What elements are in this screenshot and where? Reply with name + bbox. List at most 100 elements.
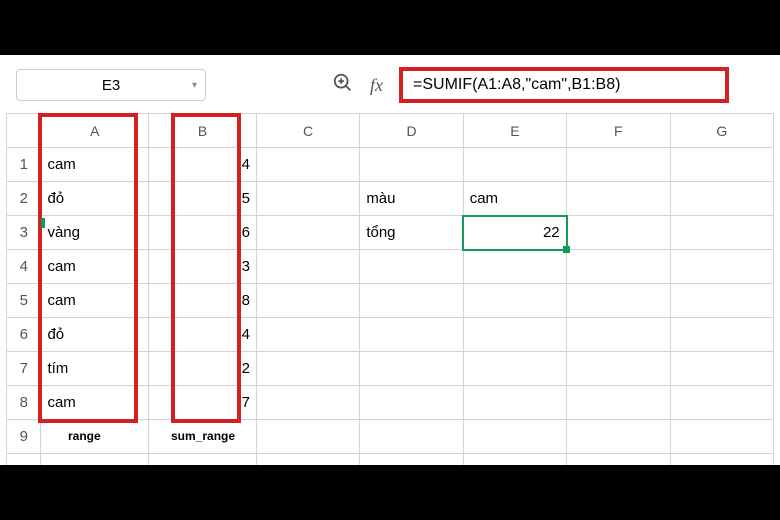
formula-bar-row: E3 ▾ fx =SUMIF(A1:A8,"cam",B1:B8) [6,63,774,113]
cell-B6[interactable]: 4 [149,318,257,352]
corner-cell[interactable] [7,114,41,148]
row-9: 9 [7,420,774,454]
cell-E9[interactable] [463,420,566,454]
dropdown-icon[interactable]: ▾ [192,80,197,91]
cell-A6[interactable]: đỏ [41,318,149,352]
formula-bar-input[interactable]: =SUMIF(A1:A8,"cam",B1:B8) [399,67,729,103]
cell-E4[interactable] [463,250,566,284]
cell-C4[interactable] [256,250,359,284]
name-box-value: E3 [17,77,205,94]
row-header-9[interactable]: 9 [7,420,41,454]
row-header-8[interactable]: 8 [7,386,41,420]
row-header-3[interactable]: 3 [7,216,41,250]
cell-E5[interactable] [463,284,566,318]
cell-D8[interactable] [360,386,463,420]
label-sumrange: sum_range [171,429,235,443]
row-header-7[interactable]: 7 [7,352,41,386]
col-header-D[interactable]: D [360,114,463,148]
cell-B8[interactable]: 7 [149,386,257,420]
content-area: E3 ▾ fx =SUMIF(A1:A8,"cam",B1:B8) A B C … [0,55,780,488]
cell-D3[interactable]: tổng [360,216,463,250]
col-header-C[interactable]: C [256,114,359,148]
row-7: 7 tím 2 [7,352,774,386]
cell-F4[interactable] [567,250,670,284]
cell-G7[interactable] [670,352,773,386]
cell-D4[interactable] [360,250,463,284]
col-header-G[interactable]: G [670,114,773,148]
cell-G8[interactable] [670,386,773,420]
cell-D5[interactable] [360,284,463,318]
row-header-2[interactable]: 2 [7,182,41,216]
col-header-E[interactable]: E [463,114,566,148]
cell-B1[interactable]: 4 [149,148,257,182]
cell-A1[interactable]: cam [41,148,149,182]
cell-D6[interactable] [360,318,463,352]
row-5: 5 cam 8 [7,284,774,318]
row-1: 1 cam 4 [7,148,774,182]
cell-B4[interactable]: 3 [149,250,257,284]
cell-F1[interactable] [567,148,670,182]
row-6: 6 đỏ 4 [7,318,774,352]
row-header-4[interactable]: 4 [7,250,41,284]
cell-B2[interactable]: 5 [149,182,257,216]
row-3: 3 vàng 6 tổng 22 [7,216,774,250]
cell-B7[interactable]: 2 [149,352,257,386]
cell-E6[interactable] [463,318,566,352]
row-header-6[interactable]: 6 [7,318,41,352]
cell-A5[interactable]: cam [41,284,149,318]
cell-A2[interactable]: đỏ [41,182,149,216]
formula-text: =SUMIF(A1:A8,"cam",B1:B8) [413,76,620,94]
cell-C5[interactable] [256,284,359,318]
cell-F5[interactable] [567,284,670,318]
cell-G9[interactable] [670,420,773,454]
cell-E3[interactable]: 22 [463,216,566,250]
cell-C2[interactable] [256,182,359,216]
col-header-F[interactable]: F [567,114,670,148]
cell-G1[interactable] [670,148,773,182]
col-header-B[interactable]: B [149,114,257,148]
cell-G2[interactable] [670,182,773,216]
cell-D9[interactable] [360,420,463,454]
col-header-A[interactable]: A [41,114,149,148]
cell-D7[interactable] [360,352,463,386]
cell-D1[interactable] [360,148,463,182]
cell-B5[interactable]: 8 [149,284,257,318]
name-box[interactable]: E3 ▾ [16,69,206,101]
cell-A8[interactable]: cam [41,386,149,420]
cell-E7[interactable] [463,352,566,386]
cell-C1[interactable] [256,148,359,182]
row-4: 4 cam 3 [7,250,774,284]
cell-C7[interactable] [256,352,359,386]
row-header-5[interactable]: 5 [7,284,41,318]
cell-F2[interactable] [567,182,670,216]
cell-A4[interactable]: cam [41,250,149,284]
sheet-table[interactable]: A B C D E F G 1 cam 4 2 đỏ 5 [6,113,774,488]
cell-G3[interactable] [670,216,773,250]
window-top-bar [0,0,780,55]
cell-F8[interactable] [567,386,670,420]
cell-F6[interactable] [567,318,670,352]
row-header-1[interactable]: 1 [7,148,41,182]
cell-C3[interactable] [256,216,359,250]
cell-G5[interactable] [670,284,773,318]
cell-A3[interactable]: vàng [41,216,149,250]
cell-E1[interactable] [463,148,566,182]
cell-B3[interactable]: 6 [149,216,257,250]
cell-G6[interactable] [670,318,773,352]
cell-F3[interactable] [567,216,670,250]
cell-C6[interactable] [256,318,359,352]
spreadsheet-grid[interactable]: A B C D E F G 1 cam 4 2 đỏ 5 [6,113,774,488]
cell-C8[interactable] [256,386,359,420]
window-bottom-bar [0,465,780,520]
cell-A7[interactable]: tím [41,352,149,386]
fx-icon[interactable]: fx [370,75,383,96]
label-range: range [68,429,101,443]
zoom-icon[interactable] [332,72,354,99]
cell-F7[interactable] [567,352,670,386]
cell-F9[interactable] [567,420,670,454]
cell-C9[interactable] [256,420,359,454]
cell-E8[interactable] [463,386,566,420]
cell-E2[interactable]: cam [463,182,566,216]
cell-D2[interactable]: màu [360,182,463,216]
cell-G4[interactable] [670,250,773,284]
